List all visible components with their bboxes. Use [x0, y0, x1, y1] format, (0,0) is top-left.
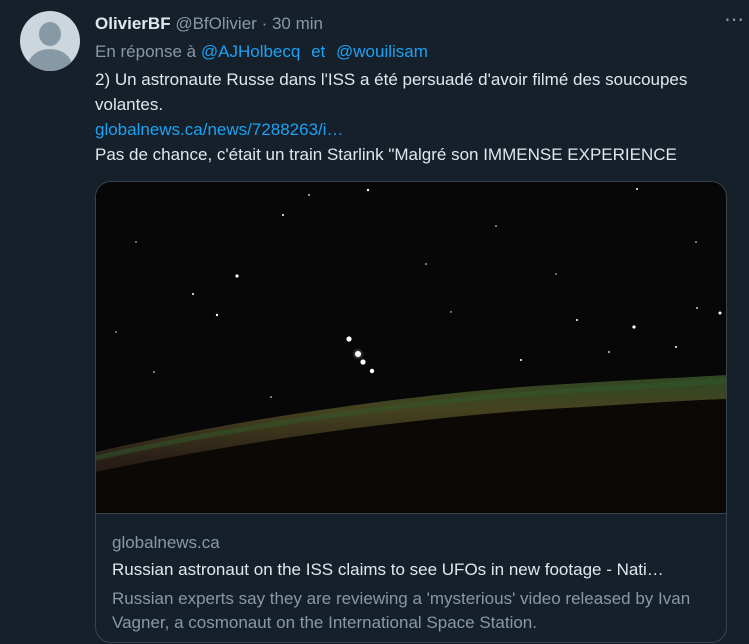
card-description: Russian experts say they are reviewing a…	[112, 589, 691, 632]
reply-prefix: En réponse à	[95, 42, 197, 61]
mention-link[interactable]: @wouilisam	[336, 42, 428, 61]
card-info[interactable]: globalnews.ca Russian astronaut on the I…	[96, 513, 726, 635]
tweet-link[interactable]: globalnews.ca/news/7288263/i…	[95, 120, 344, 139]
card-image[interactable]	[96, 182, 726, 513]
avatar-body-shape	[28, 49, 72, 71]
space-earth-image	[96, 182, 726, 513]
tweet-text-line: Pas de chance, c'était un train Starlink…	[95, 145, 677, 164]
tweet-header: OlivierBF @BfOlivier · 30 min ⋯	[95, 9, 744, 35]
tweet-content: OlivierBF @BfOlivier · 30 min ⋯ En répon…	[95, 9, 744, 167]
card-title[interactable]: Russian astronaut on the ISS claims to s…	[112, 559, 710, 581]
link-card[interactable]: globalnews.ca Russian astronaut on the I…	[95, 181, 727, 643]
card-domain: globalnews.ca	[112, 533, 220, 552]
more-options-icon[interactable]: ⋯	[724, 9, 745, 31]
tweet-text-line: 2) Un astronaute Russe dans l'ISS a été …	[95, 70, 688, 114]
tweet-text: 2) Un astronaute Russe dans l'ISS a été …	[95, 67, 735, 167]
user-handle[interactable]: @BfOlivier	[175, 14, 257, 33]
separator-dot: ·	[261, 14, 268, 33]
reply-context: En réponse à @AJHolbecq et @wouilisam	[95, 41, 735, 63]
avatar[interactable]	[20, 11, 80, 71]
mention-link[interactable]: @AJHolbecq	[201, 42, 300, 61]
avatar-head-shape	[39, 22, 61, 46]
mention-joiner: et	[311, 42, 326, 61]
user-name[interactable]: OlivierBF	[95, 14, 171, 33]
timestamp[interactable]: 30 min	[272, 14, 323, 33]
